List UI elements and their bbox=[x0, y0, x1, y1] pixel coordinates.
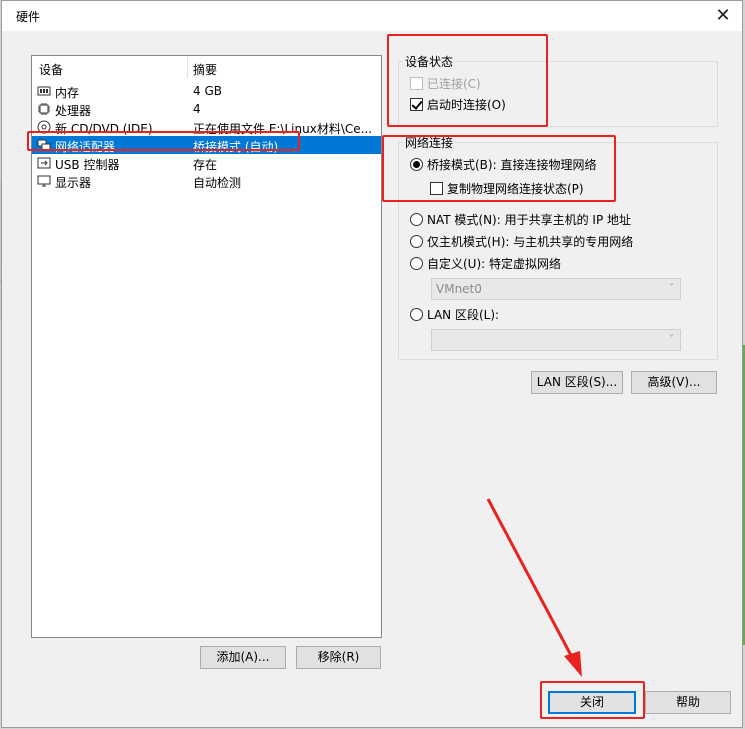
radio-dot bbox=[410, 213, 423, 226]
host-only-label: 仅主机模式(H): 与主机共享的专用网络 bbox=[427, 235, 634, 249]
device-status-label: 设备状态 bbox=[403, 53, 456, 70]
bridged-radio[interactable]: 桥接模式(B): 直接连接物理网络 bbox=[410, 156, 596, 173]
custom-label: 自定义(U): 特定虚拟网络 bbox=[427, 257, 562, 271]
checkbox-box bbox=[430, 182, 443, 195]
device-summary: 自动检测 bbox=[193, 176, 242, 190]
radio-dot bbox=[410, 158, 423, 171]
hardware-dialog: 硬件 ✕ 设备 摘要 内存 4 GB 处理器 4 新 CD/DVD (IDE) … bbox=[1, 0, 743, 728]
chevron-down-icon: ˅ bbox=[669, 283, 674, 294]
device-row-network-adapter[interactable]: 网络适配器 桥接模式 (自动) bbox=[32, 136, 381, 154]
device-row-cd-dvd[interactable]: 新 CD/DVD (IDE) 正在使用文件 E:\Linux材料\Ce... bbox=[32, 118, 381, 136]
custom-radio[interactable]: 自定义(U): 特定虚拟网络 bbox=[410, 255, 561, 272]
chevron-down-icon: ˅ bbox=[669, 334, 674, 345]
device-row-usb[interactable]: USB 控制器 存在 bbox=[32, 154, 381, 172]
device-status-group bbox=[398, 61, 718, 127]
bridged-label: 桥接模式(B): 直接连接物理网络 bbox=[427, 158, 597, 172]
lan-segment-radio[interactable]: LAN 区段(L): bbox=[410, 306, 499, 323]
processor-icon bbox=[38, 103, 50, 115]
connect-at-power-on-checkbox[interactable]: 启动时连接(O) bbox=[410, 96, 506, 113]
device-summary: 桥接模式 (自动) bbox=[193, 140, 279, 154]
device-name: USB 控制器 bbox=[55, 158, 120, 172]
memory-icon bbox=[37, 86, 51, 96]
window-title: 硬件 bbox=[16, 10, 41, 24]
device-summary: 4 GB bbox=[193, 84, 222, 98]
replicate-state-label: 复制物理网络连接状态(P) bbox=[447, 182, 584, 196]
checkbox-box bbox=[410, 77, 423, 90]
nat-radio[interactable]: NAT 模式(N): 用于共享主机的 IP 地址 bbox=[410, 211, 631, 228]
column-device[interactable]: 设备 bbox=[39, 61, 63, 78]
lan-segments-button[interactable]: LAN 区段(S)... bbox=[531, 371, 623, 394]
remove-button[interactable]: 移除(R) bbox=[296, 646, 381, 669]
radio-dot bbox=[410, 308, 423, 321]
connected-checkbox[interactable]: 已连接(C) bbox=[410, 75, 481, 92]
device-name: 显示器 bbox=[55, 176, 92, 190]
device-row-processor[interactable]: 处理器 4 bbox=[32, 100, 381, 118]
device-summary: 正在使用文件 E:\Linux材料\Ce... bbox=[193, 122, 373, 136]
replicate-state-checkbox[interactable]: 复制物理网络连接状态(P) bbox=[430, 180, 584, 197]
network-adapter-icon bbox=[37, 139, 51, 151]
advanced-button[interactable]: 高级(V)... bbox=[631, 371, 717, 394]
device-name: 内存 bbox=[55, 86, 80, 100]
close-icon[interactable]: ✕ bbox=[710, 3, 736, 29]
help-button[interactable]: 帮助 bbox=[645, 691, 731, 714]
device-summary: 存在 bbox=[193, 158, 218, 172]
custom-network-value: VMnet0 bbox=[436, 282, 482, 296]
radio-dot bbox=[410, 235, 423, 248]
device-name: 新 CD/DVD (IDE) bbox=[55, 122, 153, 136]
network-connection-label: 网络连接 bbox=[403, 134, 456, 151]
usb-icon bbox=[37, 157, 51, 169]
display-icon bbox=[37, 175, 51, 187]
title-bar: 硬件 ✕ bbox=[2, 1, 742, 31]
connect-at-power-on-label: 启动时连接(O) bbox=[427, 98, 506, 112]
lan-segment-select[interactable]: ˅ bbox=[431, 329, 681, 351]
checkbox-box bbox=[410, 98, 423, 111]
nat-label: NAT 模式(N): 用于共享主机的 IP 地址 bbox=[427, 213, 632, 227]
custom-network-select[interactable]: VMnet0 ˅ bbox=[431, 278, 681, 300]
device-row-memory[interactable]: 内存 4 GB bbox=[32, 82, 381, 100]
cd-dvd-icon bbox=[37, 120, 51, 134]
device-summary: 4 bbox=[193, 102, 201, 116]
device-name: 处理器 bbox=[55, 104, 92, 118]
connected-label: 已连接(C) bbox=[427, 77, 481, 91]
column-separator bbox=[187, 56, 188, 78]
device-list-header: 设备 摘要 bbox=[32, 56, 381, 78]
close-button[interactable]: 关闭 bbox=[548, 691, 636, 714]
host-only-radio[interactable]: 仅主机模式(H): 与主机共享的专用网络 bbox=[410, 233, 633, 250]
device-row-display[interactable]: 显示器 自动检测 bbox=[32, 172, 381, 190]
device-list[interactable]: 设备 摘要 内存 4 GB 处理器 4 新 CD/DVD (IDE) 正在使用文… bbox=[31, 55, 382, 638]
column-summary[interactable]: 摘要 bbox=[193, 61, 217, 78]
network-connection-group bbox=[398, 142, 718, 360]
add-button[interactable]: 添加(A)... bbox=[200, 646, 286, 669]
radio-dot bbox=[410, 257, 423, 270]
lan-segment-label: LAN 区段(L): bbox=[427, 308, 500, 322]
device-name: 网络适配器 bbox=[55, 140, 116, 154]
